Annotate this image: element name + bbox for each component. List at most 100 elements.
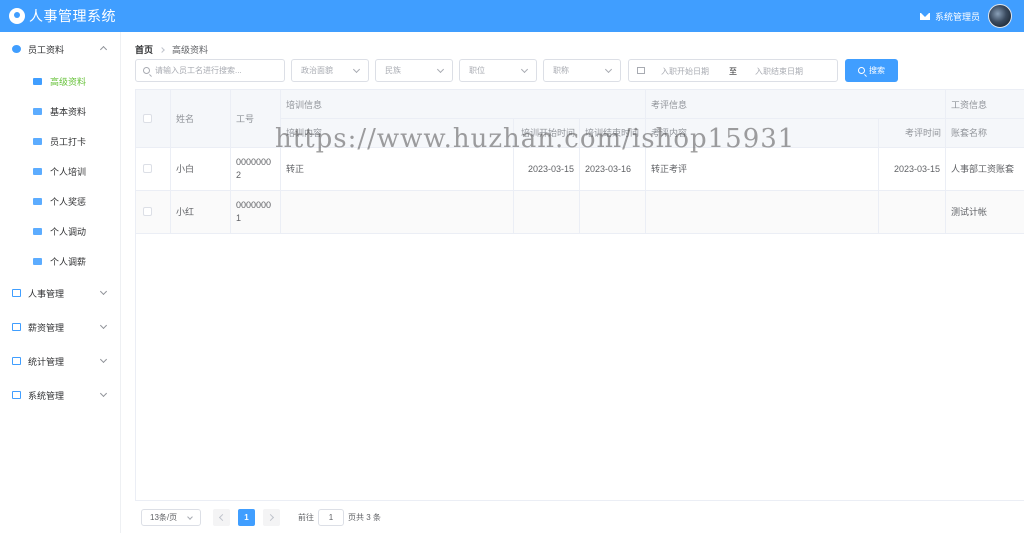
search-button-label: 搜索 — [869, 66, 885, 75]
cell-account: 测试计帐 — [951, 207, 988, 217]
total-count: 页共 3 条 — [348, 512, 381, 522]
sidebar-item-label: 基本资料 — [50, 106, 87, 117]
sidebar-item-basic-profile[interactable]: 基本资料 — [0, 96, 120, 126]
date-range-picker[interactable]: 入职开始日期 至 入职结束日期 — [628, 59, 838, 82]
menu-group-label: 员工资料 — [28, 44, 65, 55]
chevron-down-icon — [99, 287, 108, 296]
bar-chart-icon — [12, 357, 21, 365]
sidebar-item-salary-adjust[interactable]: 个人调薪 — [0, 246, 120, 276]
chevron-down-icon — [520, 65, 529, 74]
menu-group-employee[interactable]: 员工资料 — [0, 32, 120, 66]
cell-eval-content — [645, 190, 878, 233]
menu-group-hr[interactable]: 人事管理 — [0, 276, 120, 310]
employee-table: 姓名 工号 培训信息 考评信息 工资信息 培训内容 培训开始时间 培训结束时间 … — [135, 89, 1024, 501]
title-placeholder: 职称 — [553, 66, 569, 75]
pagination: 13条/页 1 前往 1 页共 3 条 — [141, 508, 381, 526]
search-icon — [143, 67, 150, 74]
cell-emp-no: 00000001 — [236, 199, 272, 223]
search-input[interactable]: 请输入员工名进行搜索... — [135, 59, 285, 82]
grid-line — [945, 90, 946, 233]
sidebar-item-transfer[interactable]: 个人调动 — [0, 216, 120, 246]
cell-eval-time — [878, 190, 945, 233]
grid-line — [136, 147, 1024, 148]
cell-emp-no: 00000002 — [236, 156, 272, 180]
grid-line — [579, 118, 580, 233]
user-name[interactable]: 系统管理员 — [935, 10, 980, 23]
chevron-down-icon — [187, 513, 193, 520]
th-group-salary: 工资信息 — [945, 90, 1024, 118]
row-checkbox[interactable] — [143, 207, 152, 216]
select-all-checkbox[interactable] — [143, 114, 152, 123]
reward-icon — [33, 197, 42, 205]
menu-group-system[interactable]: 系统管理 — [0, 378, 120, 412]
table-row: 小红 00000001 测试计帐 — [136, 190, 1024, 233]
avatar[interactable] — [988, 4, 1012, 28]
search-button[interactable]: 搜索 — [845, 59, 898, 82]
cell-train-content: 转正 — [286, 164, 305, 174]
page-number-current[interactable]: 1 — [238, 508, 255, 526]
th-eval-time: 考评时间 — [878, 118, 945, 147]
calendar-icon — [637, 67, 645, 74]
user-area[interactable]: 系统管理员 — [919, 0, 1012, 32]
date-range-separator: 至 — [729, 67, 737, 76]
grid-line — [513, 118, 514, 233]
sidebar-item-advanced-profile[interactable]: 高级资料 — [0, 66, 120, 96]
cell-train-end: 2023-03-16 — [585, 163, 632, 174]
menu-group-label: 薪资管理 — [28, 322, 65, 333]
cell-eval-time: 2023-03-15 — [893, 163, 940, 174]
position-select[interactable]: 职位 — [459, 59, 537, 82]
goto-label: 前往 — [298, 512, 314, 522]
top-header: 人事管理系统 系统管理员 — [0, 0, 1024, 32]
nation-select[interactable]: 民族 — [375, 59, 453, 82]
th-train-start: 培训开始时间 — [513, 118, 579, 147]
chevron-down-icon — [436, 65, 445, 74]
grid-line — [878, 118, 879, 233]
title-select[interactable]: 职称 — [543, 59, 621, 82]
sidebar-item-reward[interactable]: 个人奖惩 — [0, 186, 120, 216]
cell-train-start: 2023-03-15 — [527, 163, 574, 174]
sidebar-item-training[interactable]: 个人培训 — [0, 156, 120, 186]
goto-page-input[interactable]: 1 — [318, 508, 344, 526]
politic-select[interactable]: 政治面貌 — [291, 59, 369, 82]
grid-line — [230, 90, 231, 233]
cell-name: 小红 — [176, 207, 195, 217]
menu-group-stats[interactable]: 统计管理 — [0, 344, 120, 378]
th-account: 账套名称 — [945, 118, 1024, 147]
money-icon — [12, 323, 21, 331]
prev-page-button[interactable] — [213, 508, 230, 526]
chevron-down-icon — [99, 389, 108, 398]
row-checkbox[interactable] — [143, 164, 152, 173]
sidebar-item-label: 个人奖惩 — [50, 196, 87, 207]
windows-icon — [12, 391, 21, 399]
grid-line — [136, 190, 1024, 191]
logo-icon — [9, 8, 25, 24]
cell-name: 小白 — [176, 164, 195, 174]
hr-card-icon — [12, 289, 21, 297]
cell-eval-content: 转正考评 — [651, 164, 688, 174]
sidebar-item-label: 个人培训 — [50, 166, 87, 177]
app-title: 人事管理系统 — [29, 8, 116, 24]
breadcrumb: 首页 高级资料 — [135, 43, 208, 56]
filter-bar: 请输入员工名进行搜索... 政治面貌 民族 职位 职称 入职开始日期 至 入职结… — [135, 59, 1024, 82]
menu-group-salary[interactable]: 薪资管理 — [0, 310, 120, 344]
clock-in-icon — [33, 137, 42, 145]
salary-adjust-icon — [33, 257, 42, 265]
th-train-content: 培训内容 — [280, 118, 513, 147]
sidebar-item-label: 个人调动 — [50, 226, 87, 237]
grid-line — [645, 90, 646, 233]
next-page-button[interactable] — [263, 508, 280, 526]
breadcrumb-home[interactable]: 首页 — [135, 43, 153, 56]
th-group-evaluation: 考评信息 — [645, 90, 945, 118]
mail-icon[interactable] — [919, 12, 930, 20]
main-content: 首页 高级资料 请输入员工名进行搜索... 政治面貌 民族 职位 职称 入职开始… — [135, 32, 1024, 533]
chevron-up-icon — [99, 45, 108, 54]
sidebar-item-label: 高级资料 — [50, 76, 87, 87]
date-end-placeholder[interactable]: 入职结束日期 — [755, 66, 803, 77]
date-start-placeholder[interactable]: 入职开始日期 — [661, 66, 709, 77]
sidebar-item-clock-in[interactable]: 员工打卡 — [0, 126, 120, 156]
page-size-select[interactable]: 13条/页 — [141, 508, 201, 526]
th-eval-content: 考评内容 — [645, 118, 878, 147]
training-icon — [33, 167, 42, 175]
page-size-value: 13条/页 — [150, 512, 178, 522]
th-train-end: 培训结束时间 — [579, 118, 645, 147]
